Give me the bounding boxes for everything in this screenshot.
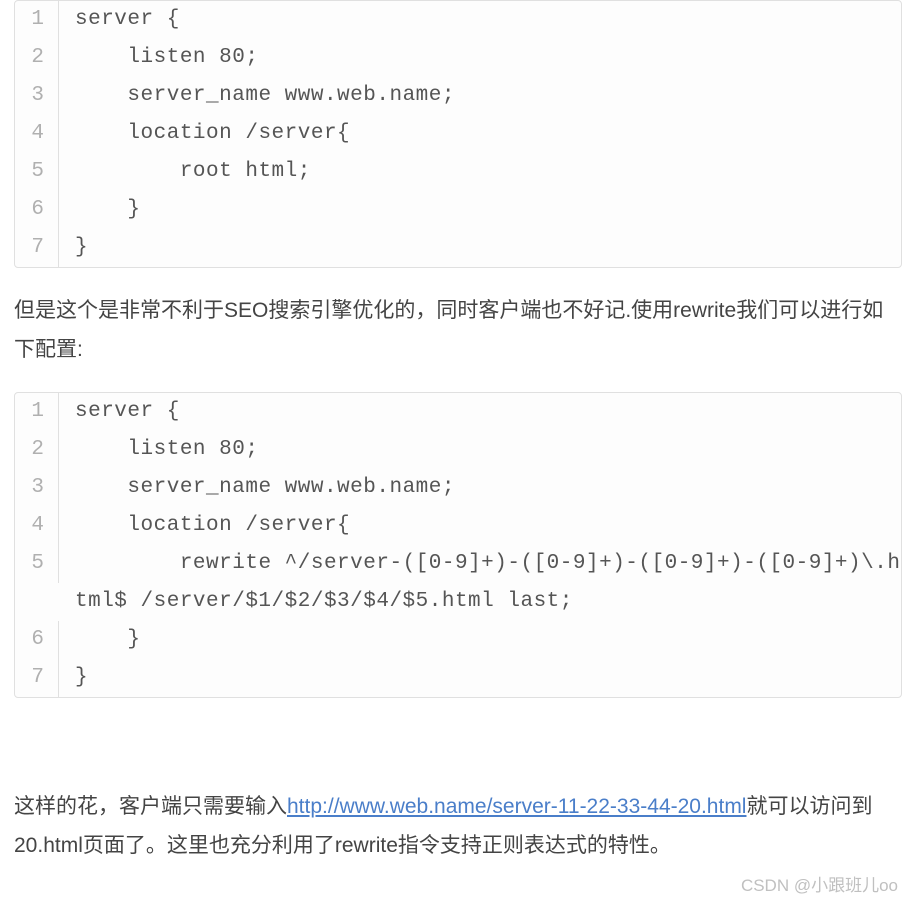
code-block-1: 1 server { 2 listen 80; 3 server_name ww… — [14, 0, 902, 268]
code-content: server_name www.web.name; — [59, 469, 901, 507]
line-number: 1 — [15, 1, 59, 39]
code-line: 7 } — [15, 659, 901, 697]
line-number: 3 — [15, 77, 59, 115]
code-content: root html; — [59, 153, 901, 191]
line-number: 5 — [15, 153, 59, 191]
code-content: } — [59, 191, 901, 229]
code-content: server { — [59, 1, 901, 39]
paragraph-2-before: 这样的花，客户端只需要输入 — [14, 795, 287, 818]
code-content: server_name www.web.name; — [59, 77, 901, 115]
code-line: 2 listen 80; — [15, 39, 901, 77]
code-line: 2 listen 80; — [15, 431, 901, 469]
line-number: 6 — [15, 621, 59, 659]
code-content: location /server{ — [59, 115, 901, 153]
code-line: 3 server_name www.web.name; — [15, 77, 901, 115]
url-link[interactable]: http://www.web.name/server-11-22-33-44-2… — [287, 795, 746, 818]
code-line: 7 } — [15, 229, 901, 267]
code-content: rewrite ^/server-([0-9]+)-([0-9]+)-([0-9… — [59, 545, 901, 621]
code-block-2: 1 server { 2 listen 80; 3 server_name ww… — [14, 392, 902, 698]
code-line: 5 rewrite ^/server-([0-9]+)-([0-9]+)-([0… — [15, 545, 901, 621]
code-line: 5 root html; — [15, 153, 901, 191]
line-number: 4 — [15, 115, 59, 153]
code-content: listen 80; — [59, 431, 901, 469]
code-content: } — [59, 229, 901, 267]
code-content: } — [59, 621, 901, 659]
code-content: server { — [59, 393, 901, 431]
code-content: } — [59, 659, 901, 697]
paragraph-1: 但是这个是非常不利于SEO搜索引擎优化的，同时客户端也不好记.使用rewrite… — [14, 292, 902, 370]
code-line: 6 } — [15, 191, 901, 229]
code-line: 1 server { — [15, 1, 901, 39]
line-number: 2 — [15, 431, 59, 469]
line-number: 6 — [15, 191, 59, 229]
code-line: 3 server_name www.web.name; — [15, 469, 901, 507]
line-number: 5 — [15, 545, 59, 583]
line-number: 7 — [15, 229, 59, 267]
line-number: 4 — [15, 507, 59, 545]
code-line: 6 } — [15, 621, 901, 659]
code-line: 4 location /server{ — [15, 507, 901, 545]
line-number: 3 — [15, 469, 59, 507]
line-number: 1 — [15, 393, 59, 431]
paragraph-2: 这样的花，客户端只需要输入http://www.web.name/server-… — [14, 788, 902, 866]
code-content: listen 80; — [59, 39, 901, 77]
code-line: 4 location /server{ — [15, 115, 901, 153]
code-line: 1 server { — [15, 393, 901, 431]
line-number: 7 — [15, 659, 59, 697]
line-number: 2 — [15, 39, 59, 77]
watermark: CSDN @小跟班儿oo — [741, 870, 898, 901]
code-content: location /server{ — [59, 507, 901, 545]
